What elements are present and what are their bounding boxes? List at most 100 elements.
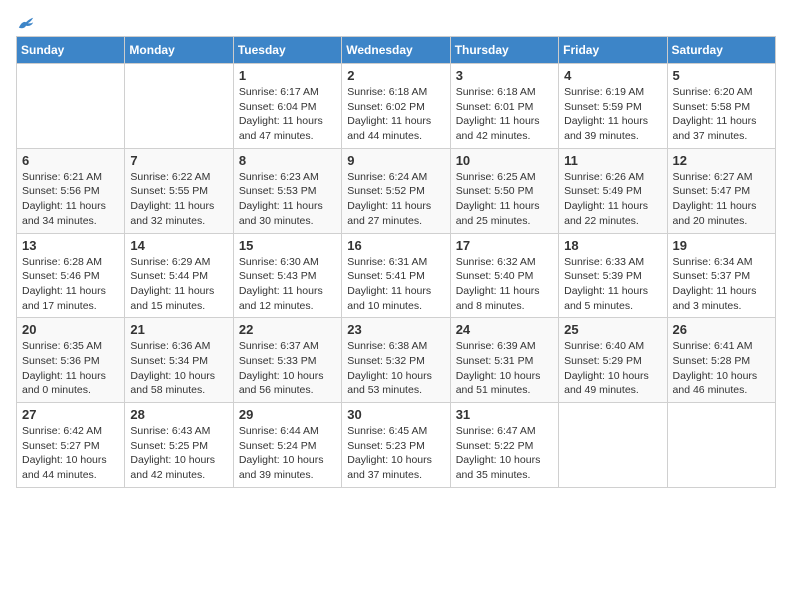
page-header bbox=[16, 16, 776, 28]
day-header-saturday: Saturday bbox=[667, 37, 775, 64]
day-header-monday: Monday bbox=[125, 37, 233, 64]
day-info: Sunrise: 6:39 AM Sunset: 5:31 PM Dayligh… bbox=[456, 339, 553, 398]
day-info: Sunrise: 6:19 AM Sunset: 5:59 PM Dayligh… bbox=[564, 85, 661, 144]
day-info: Sunrise: 6:42 AM Sunset: 5:27 PM Dayligh… bbox=[22, 424, 119, 483]
calendar-week-row: 13 Sunrise: 6:28 AM Sunset: 5:46 PM Dayli… bbox=[17, 233, 776, 318]
day-number: 9 bbox=[347, 153, 444, 168]
calendar-cell: 26Sunrise: 6:41 AM Sunset: 5:28 PM Dayli… bbox=[667, 318, 775, 403]
calendar-cell: 4 Sunrise: 6:19 AM Sunset: 5:59 PM Daylig… bbox=[559, 64, 667, 149]
day-number: 5 bbox=[673, 68, 770, 83]
logo bbox=[16, 16, 35, 28]
day-info: Sunrise: 6:32 AM Sunset: 5:40 PM Dayligh… bbox=[456, 255, 553, 314]
day-number: 8 bbox=[239, 153, 336, 168]
day-header-wednesday: Wednesday bbox=[342, 37, 450, 64]
day-number: 4 bbox=[564, 68, 661, 83]
calendar-cell bbox=[667, 403, 775, 488]
day-info: Sunrise: 6:22 AM Sunset: 5:55 PM Dayligh… bbox=[130, 170, 227, 229]
calendar-week-row: 27 Sunrise: 6:42 AM Sunset: 5:27 PM Dayli… bbox=[17, 403, 776, 488]
day-number: 29 bbox=[239, 407, 336, 422]
day-number: 13 bbox=[22, 238, 119, 253]
calendar-cell: 13 Sunrise: 6:28 AM Sunset: 5:46 PM Dayli… bbox=[17, 233, 125, 318]
day-number: 6 bbox=[22, 153, 119, 168]
calendar-week-row: 6 Sunrise: 6:21 AM Sunset: 5:56 PM Daylig… bbox=[17, 148, 776, 233]
day-number: 25 bbox=[564, 322, 661, 337]
day-info: Sunrise: 6:20 AM Sunset: 5:58 PM Dayligh… bbox=[673, 85, 770, 144]
day-info: Sunrise: 6:38 AM Sunset: 5:32 PM Dayligh… bbox=[347, 339, 444, 398]
day-number: 17 bbox=[456, 238, 553, 253]
calendar-cell: 31Sunrise: 6:47 AM Sunset: 5:22 PM Dayli… bbox=[450, 403, 558, 488]
calendar-cell: 7 Sunrise: 6:22 AM Sunset: 5:55 PM Daylig… bbox=[125, 148, 233, 233]
day-number: 16 bbox=[347, 238, 444, 253]
day-number: 14 bbox=[130, 238, 227, 253]
calendar-cell: 19 Sunrise: 6:34 AM Sunset: 5:37 PM Dayli… bbox=[667, 233, 775, 318]
calendar-cell: 23 Sunrise: 6:38 AM Sunset: 5:32 PM Dayli… bbox=[342, 318, 450, 403]
calendar-cell: 27 Sunrise: 6:42 AM Sunset: 5:27 PM Dayli… bbox=[17, 403, 125, 488]
day-info: Sunrise: 6:43 AM Sunset: 5:25 PM Dayligh… bbox=[130, 424, 227, 483]
day-info: Sunrise: 6:27 AM Sunset: 5:47 PM Dayligh… bbox=[673, 170, 770, 229]
calendar-table: SundayMondayTuesdayWednesdayThursdayFrid… bbox=[16, 36, 776, 488]
day-header-thursday: Thursday bbox=[450, 37, 558, 64]
day-info: Sunrise: 6:21 AM Sunset: 5:56 PM Dayligh… bbox=[22, 170, 119, 229]
calendar-cell: 10 Sunrise: 6:25 AM Sunset: 5:50 PM Dayli… bbox=[450, 148, 558, 233]
calendar-cell: 24 Sunrise: 6:39 AM Sunset: 5:31 PM Dayli… bbox=[450, 318, 558, 403]
day-number: 26 bbox=[673, 322, 770, 337]
day-number: 23 bbox=[347, 322, 444, 337]
day-info: Sunrise: 6:40 AM Sunset: 5:29 PM Dayligh… bbox=[564, 339, 661, 398]
logo-bird-icon bbox=[17, 16, 35, 32]
day-info: Sunrise: 6:34 AM Sunset: 5:37 PM Dayligh… bbox=[673, 255, 770, 314]
calendar-cell: 12 Sunrise: 6:27 AM Sunset: 5:47 PM Dayli… bbox=[667, 148, 775, 233]
calendar-cell: 15Sunrise: 6:30 AM Sunset: 5:43 PM Dayli… bbox=[233, 233, 341, 318]
day-info: Sunrise: 6:31 AM Sunset: 5:41 PM Dayligh… bbox=[347, 255, 444, 314]
day-info: Sunrise: 6:33 AM Sunset: 5:39 PM Dayligh… bbox=[564, 255, 661, 314]
calendar-cell: 30Sunrise: 6:45 AM Sunset: 5:23 PM Dayli… bbox=[342, 403, 450, 488]
day-number: 7 bbox=[130, 153, 227, 168]
day-number: 20 bbox=[22, 322, 119, 337]
calendar-cell: 22 Sunrise: 6:37 AM Sunset: 5:33 PM Dayli… bbox=[233, 318, 341, 403]
day-number: 3 bbox=[456, 68, 553, 83]
day-info: Sunrise: 6:26 AM Sunset: 5:49 PM Dayligh… bbox=[564, 170, 661, 229]
day-number: 11 bbox=[564, 153, 661, 168]
day-number: 12 bbox=[673, 153, 770, 168]
day-info: Sunrise: 6:18 AM Sunset: 6:01 PM Dayligh… bbox=[456, 85, 553, 144]
day-number: 21 bbox=[130, 322, 227, 337]
calendar-header-row: SundayMondayTuesdayWednesdayThursdayFrid… bbox=[17, 37, 776, 64]
day-info: Sunrise: 6:23 AM Sunset: 5:53 PM Dayligh… bbox=[239, 170, 336, 229]
calendar-cell: 18 Sunrise: 6:33 AM Sunset: 5:39 PM Dayli… bbox=[559, 233, 667, 318]
calendar-cell: 11 Sunrise: 6:26 AM Sunset: 5:49 PM Dayli… bbox=[559, 148, 667, 233]
calendar-cell: 5 Sunrise: 6:20 AM Sunset: 5:58 PM Daylig… bbox=[667, 64, 775, 149]
calendar-cell: 1Sunrise: 6:17 AM Sunset: 6:04 PM Daylig… bbox=[233, 64, 341, 149]
calendar-cell: 25 Sunrise: 6:40 AM Sunset: 5:29 PM Dayli… bbox=[559, 318, 667, 403]
calendar-cell: 2 Sunrise: 6:18 AM Sunset: 6:02 PM Daylig… bbox=[342, 64, 450, 149]
day-info: Sunrise: 6:30 AM Sunset: 5:43 PM Dayligh… bbox=[239, 255, 336, 314]
day-info: Sunrise: 6:28 AM Sunset: 5:46 PM Dayligh… bbox=[22, 255, 119, 314]
day-number: 10 bbox=[456, 153, 553, 168]
day-header-sunday: Sunday bbox=[17, 37, 125, 64]
day-info: Sunrise: 6:24 AM Sunset: 5:52 PM Dayligh… bbox=[347, 170, 444, 229]
day-number: 19 bbox=[673, 238, 770, 253]
calendar-cell bbox=[559, 403, 667, 488]
calendar-cell bbox=[125, 64, 233, 149]
calendar-week-row: 20 Sunrise: 6:35 AM Sunset: 5:36 PM Dayli… bbox=[17, 318, 776, 403]
day-info: Sunrise: 6:25 AM Sunset: 5:50 PM Dayligh… bbox=[456, 170, 553, 229]
day-number: 22 bbox=[239, 322, 336, 337]
calendar-week-row: 1Sunrise: 6:17 AM Sunset: 6:04 PM Daylig… bbox=[17, 64, 776, 149]
day-number: 1 bbox=[239, 68, 336, 83]
day-info: Sunrise: 6:18 AM Sunset: 6:02 PM Dayligh… bbox=[347, 85, 444, 144]
calendar-cell: 9 Sunrise: 6:24 AM Sunset: 5:52 PM Daylig… bbox=[342, 148, 450, 233]
day-number: 24 bbox=[456, 322, 553, 337]
day-info: Sunrise: 6:44 AM Sunset: 5:24 PM Dayligh… bbox=[239, 424, 336, 483]
calendar-cell: 20 Sunrise: 6:35 AM Sunset: 5:36 PM Dayli… bbox=[17, 318, 125, 403]
day-number: 27 bbox=[22, 407, 119, 422]
day-number: 2 bbox=[347, 68, 444, 83]
day-info: Sunrise: 6:29 AM Sunset: 5:44 PM Dayligh… bbox=[130, 255, 227, 314]
calendar-cell: 17 Sunrise: 6:32 AM Sunset: 5:40 PM Dayli… bbox=[450, 233, 558, 318]
day-info: Sunrise: 6:37 AM Sunset: 5:33 PM Dayligh… bbox=[239, 339, 336, 398]
day-info: Sunrise: 6:35 AM Sunset: 5:36 PM Dayligh… bbox=[22, 339, 119, 398]
calendar-cell: 16 Sunrise: 6:31 AM Sunset: 5:41 PM Dayli… bbox=[342, 233, 450, 318]
day-number: 30 bbox=[347, 407, 444, 422]
day-number: 31 bbox=[456, 407, 553, 422]
calendar-cell bbox=[17, 64, 125, 149]
calendar-cell: 14 Sunrise: 6:29 AM Sunset: 5:44 PM Dayli… bbox=[125, 233, 233, 318]
day-number: 18 bbox=[564, 238, 661, 253]
calendar-cell: 8 Sunrise: 6:23 AM Sunset: 5:53 PM Daylig… bbox=[233, 148, 341, 233]
